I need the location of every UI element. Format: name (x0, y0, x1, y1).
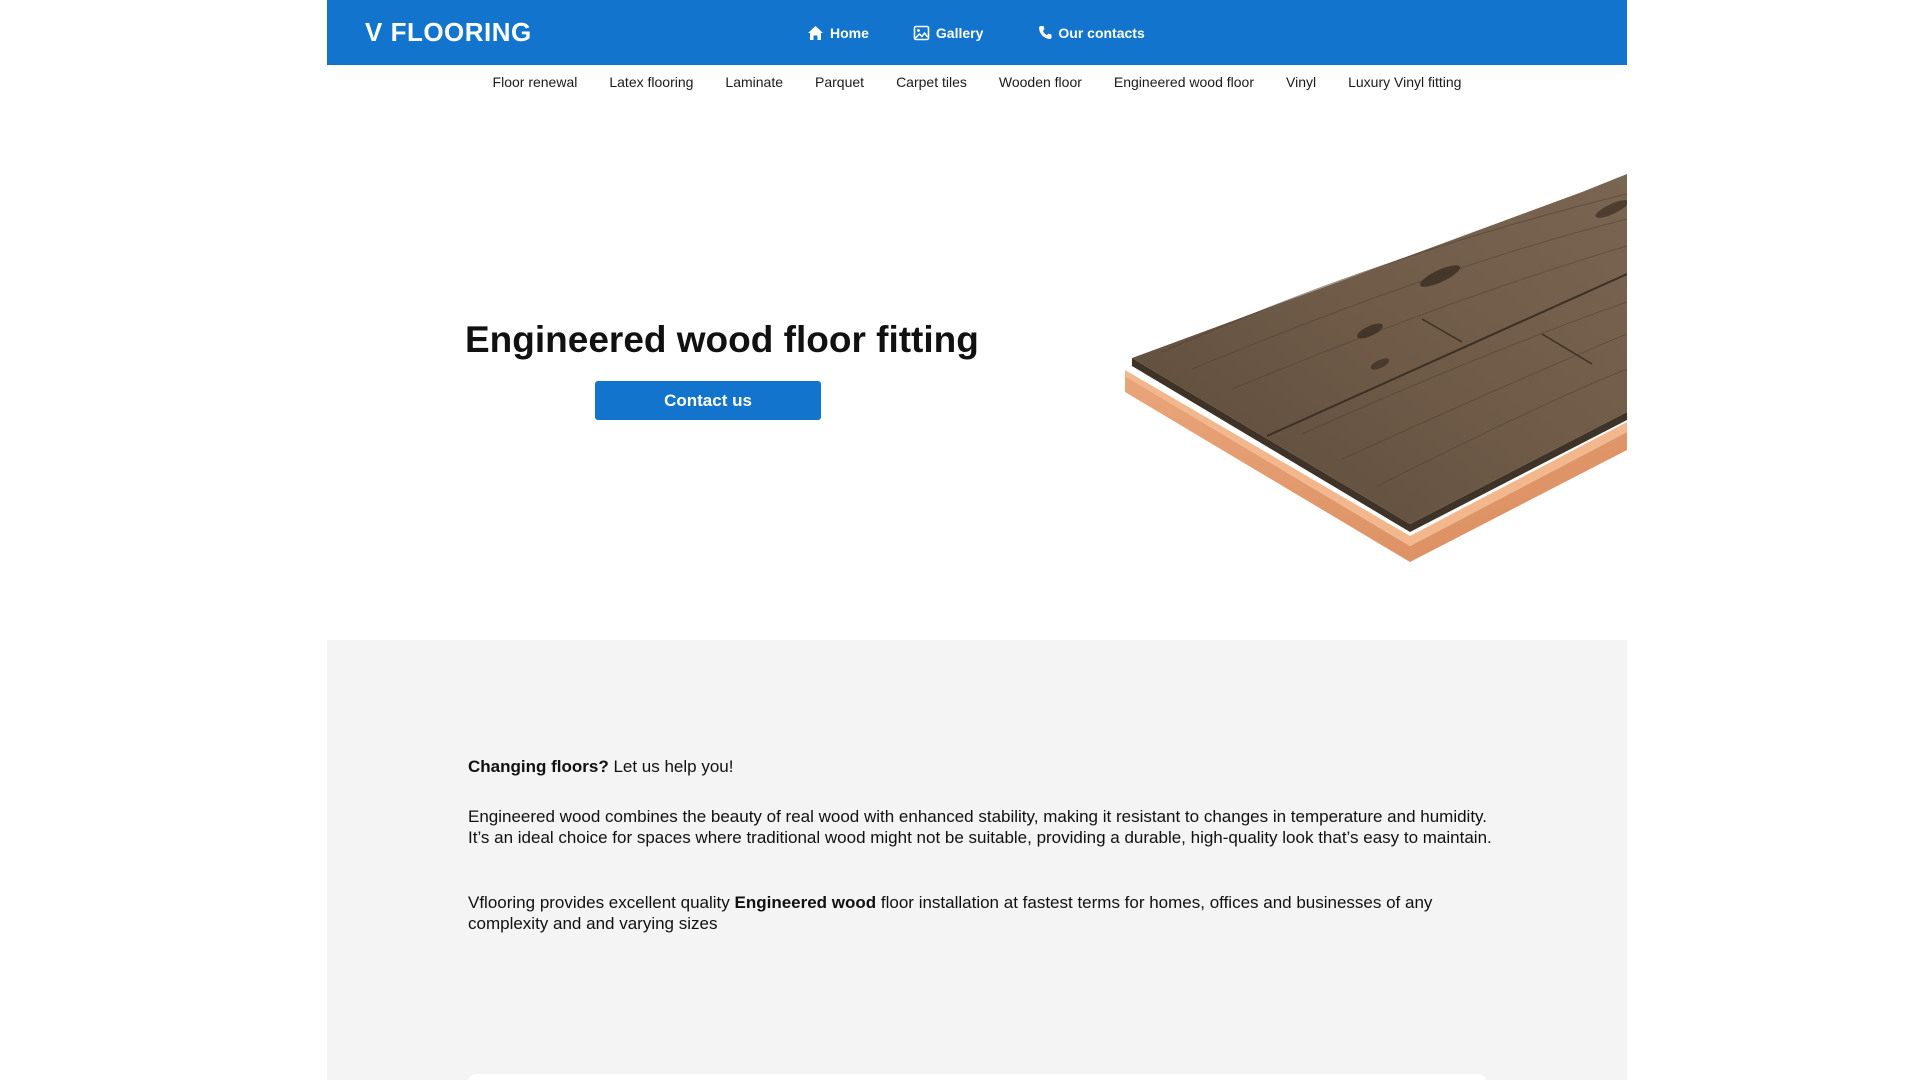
image-icon (913, 25, 930, 40)
service-text-start: Vflooring provides excellent quality (468, 893, 735, 912)
site-header: V FLOORING Home Gallery Our contacts (327, 0, 1627, 65)
page-title: Engineered wood floor fitting (465, 319, 979, 360)
contact-us-button[interactable]: Contact us (595, 381, 821, 420)
phone-icon (1039, 26, 1052, 39)
category-laminate[interactable]: Laminate (725, 74, 783, 90)
intro-section: Changing floors? Let us help you! Engine… (327, 640, 1627, 1086)
home-icon (808, 25, 823, 40)
category-engineered-wood-floor[interactable]: Engineered wood floor (1114, 74, 1254, 90)
card-panel (468, 1074, 1486, 1086)
intro-text: Changing floors? Let us help you! Engine… (468, 756, 1498, 934)
category-navigation: Floor renewal Latex flooring Laminate Pa… (327, 65, 1627, 99)
nav-home-label: Home (830, 24, 869, 41)
category-carpet-tiles[interactable]: Carpet tiles (896, 74, 967, 90)
service-paragraph: Vflooring provides excellent quality Eng… (468, 892, 1498, 934)
category-vinyl[interactable]: Vinyl (1286, 74, 1316, 90)
engineered-wood-plank-image (1122, 174, 1627, 574)
description-paragraph: Engineered wood combines the beauty of r… (468, 807, 1492, 847)
nav-contacts-label: Our contacts (1058, 24, 1145, 41)
top-navigation: Home Gallery Our contacts (807, 0, 1145, 65)
lead-rest: Let us help you! (608, 757, 734, 776)
category-latex-flooring[interactable]: Latex flooring (609, 74, 693, 90)
page: V FLOORING Home Gallery Our contacts Flo… (327, 0, 1627, 1086)
nav-contacts-link[interactable]: Our contacts (1038, 24, 1145, 41)
nav-home-link[interactable]: Home (807, 25, 869, 41)
category-wooden-floor[interactable]: Wooden floor (999, 74, 1082, 90)
lead-text: Changing floors? Let us help you! (468, 756, 1498, 778)
nav-gallery-label: Gallery (935, 24, 984, 41)
service-text-bold: Engineered wood (734, 893, 877, 912)
category-floor-renewal[interactable]: Floor renewal (493, 74, 578, 90)
category-luxury-vinyl-fitting[interactable]: Luxury Vinyl fitting (1348, 74, 1461, 90)
nav-gallery-link[interactable]: Gallery (913, 25, 983, 41)
hero-section: Engineered wood floor fitting Contact us (327, 99, 1627, 639)
lead-bold: Changing floors? (468, 757, 609, 776)
category-parquet[interactable]: Parquet (815, 74, 864, 90)
site-logo[interactable]: V FLOORING (365, 17, 532, 48)
